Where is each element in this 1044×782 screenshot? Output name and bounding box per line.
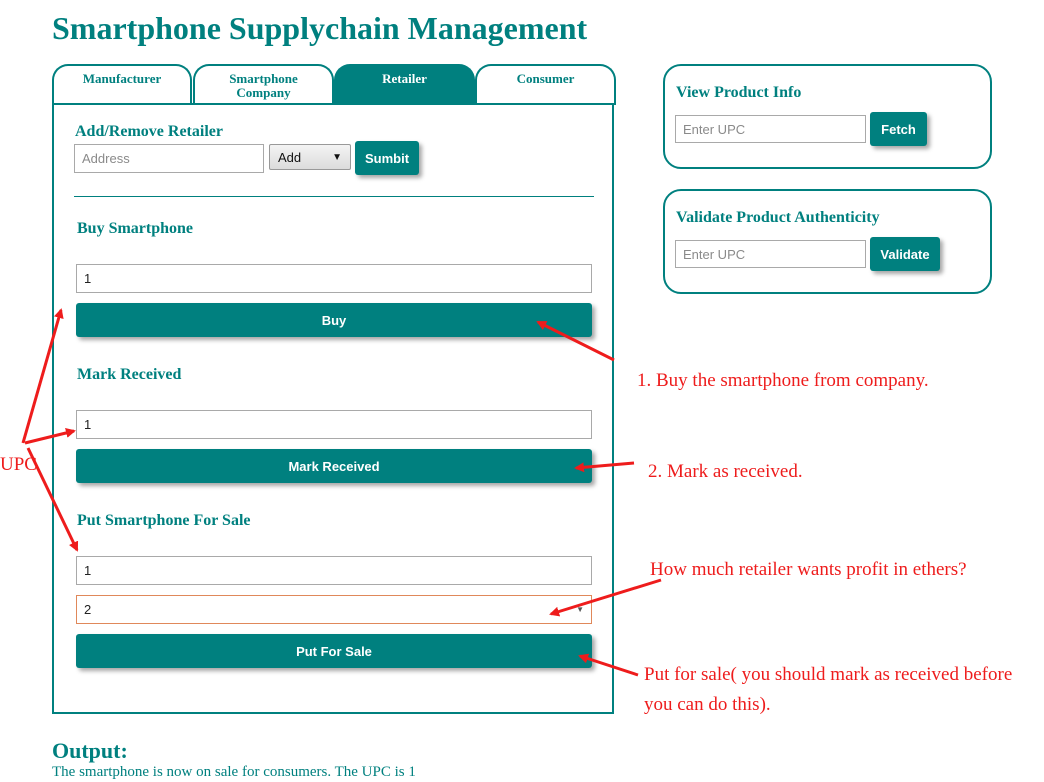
annotation-put-sale-line1: Put for sale( you should mark as receive…: [644, 664, 1013, 685]
annotation-step2: 2. Mark as received.: [648, 461, 803, 482]
arrow-put-sale: [578, 653, 639, 677]
arrow-step2: [574, 461, 635, 473]
arrow-upc-to-buy: [21, 308, 64, 444]
annotation-profit: How much retailer wants profit in ethers…: [650, 559, 967, 580]
annotation-put-sale-line2: you can do this).: [644, 694, 771, 715]
annotation-upc: UPC: [0, 454, 37, 475]
arrow-step1: [536, 320, 615, 362]
arrow-upc-to-received: [24, 428, 76, 445]
arrow-profit: [549, 578, 662, 617]
annotation-step1: 1. Buy the smartphone from company.: [637, 370, 929, 391]
